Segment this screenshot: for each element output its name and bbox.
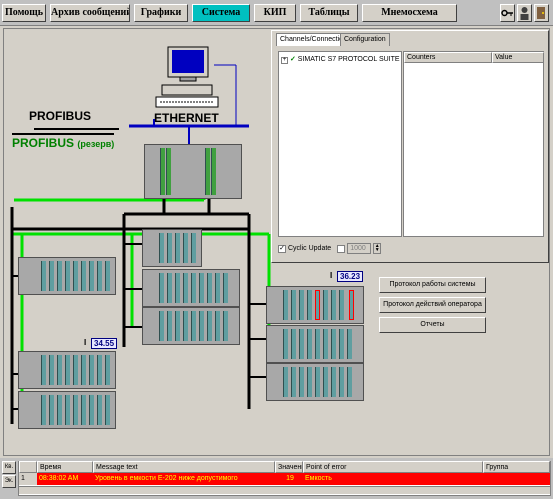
screen-button[interactable]: Эк. bbox=[2, 475, 16, 488]
io-rack-mid-3[interactable] bbox=[142, 307, 240, 345]
alarm-col-num[interactable] bbox=[19, 461, 37, 473]
io-rack-right-3[interactable] bbox=[266, 363, 364, 401]
system-log-button[interactable]: Протокол работы системы bbox=[379, 277, 486, 293]
io-rack-mid-2[interactable] bbox=[142, 269, 240, 307]
operator-log-button[interactable]: Протокол действий оператора bbox=[379, 297, 486, 313]
check-icon: ✓ bbox=[289, 56, 296, 63]
reports-button[interactable]: Отчеты bbox=[379, 317, 486, 333]
menu-system-button[interactable]: Система bbox=[192, 4, 250, 22]
exit-icon[interactable] bbox=[534, 4, 549, 22]
alarm-row-num[interactable]: 1 bbox=[19, 473, 37, 485]
menu-charts-button[interactable]: Графики bbox=[134, 4, 188, 22]
expand-icon[interactable]: + bbox=[281, 57, 288, 64]
interval-checkbox[interactable] bbox=[337, 244, 346, 253]
column-header-counters[interactable]: Counters bbox=[404, 52, 492, 63]
current-readout-2: 36.23 bbox=[337, 271, 364, 282]
interval-spinner[interactable]: ▲ ▼ bbox=[373, 243, 382, 254]
central-plc-rack[interactable] bbox=[144, 144, 242, 199]
menu-tables-button[interactable]: Таблицы bbox=[300, 4, 358, 22]
channels-tree[interactable]: + ✓ SIMATIC S7 PROTOCOL SUITE bbox=[278, 51, 402, 237]
alarm-col-value[interactable]: Значени bbox=[275, 461, 303, 473]
profibus-underline bbox=[34, 128, 119, 130]
opc-config-window: Channels/Connections Configuration + ✓ S… bbox=[271, 30, 549, 263]
menu-message-archive-button[interactable]: Архив сообщений bbox=[50, 4, 130, 22]
tree-item-simatic[interactable]: + ✓ SIMATIC S7 PROTOCOL SUITE bbox=[279, 52, 401, 67]
profibus-reserve-label: PROFIBUS (резерв) bbox=[12, 133, 115, 150]
cyclic-update-label: Cyclic Update bbox=[288, 245, 332, 252]
menu-help-button[interactable]: Помощь bbox=[2, 4, 46, 22]
alarm-horizontal-scrollbar[interactable] bbox=[19, 486, 550, 494]
io-rack-right-1[interactable] bbox=[266, 286, 364, 324]
alarm-col-point[interactable]: Point of error bbox=[303, 461, 483, 473]
alarm-row-group[interactable] bbox=[483, 473, 550, 485]
io-rack-right-2[interactable] bbox=[266, 325, 364, 363]
acknowledge-button[interactable]: Кв. bbox=[2, 461, 16, 474]
user-icon[interactable] bbox=[517, 4, 532, 22]
menu-mimic-button[interactable]: Мнемосхема bbox=[362, 4, 457, 22]
main-menu-bar: Помощь Архив сообщений Графики Система К… bbox=[0, 0, 553, 26]
counters-list[interactable]: Counters Value bbox=[403, 51, 544, 237]
interval-input[interactable]: 1000 bbox=[347, 243, 372, 254]
io-rack-left-2[interactable] bbox=[18, 351, 116, 389]
cyclic-update-checkbox[interactable]: ✓ bbox=[278, 244, 286, 253]
alarm-row-time[interactable]: 08:38:02 AM bbox=[37, 473, 93, 485]
alarm-col-time[interactable]: Время bbox=[37, 461, 93, 473]
workstation-computer-icon bbox=[155, 46, 219, 108]
menu-instruments-button[interactable]: КИП bbox=[254, 4, 296, 22]
io-rack-mid-1[interactable] bbox=[142, 229, 202, 267]
alarm-row-value[interactable]: 19 bbox=[275, 473, 303, 485]
io-rack-left-3[interactable] bbox=[18, 391, 116, 429]
readout-prefix-2: I bbox=[330, 271, 333, 280]
io-rack-left-1[interactable] bbox=[18, 257, 116, 295]
alarm-message-panel: Кв. Эк. Время Message text Значени Point… bbox=[0, 458, 553, 499]
alarm-row-point[interactable]: Емкость bbox=[303, 473, 483, 485]
key-icon[interactable] bbox=[500, 4, 515, 22]
ethernet-label: ETHERNET bbox=[154, 111, 219, 125]
alarm-col-message[interactable]: Message text bbox=[93, 461, 275, 473]
profibus-label: PROFIBUS bbox=[29, 109, 92, 123]
current-readout-1: 34.55 bbox=[91, 338, 118, 349]
readout-prefix-1: I bbox=[84, 338, 87, 347]
alarm-row-message[interactable]: Уровень в емкости Е-202 ниже допустимого bbox=[93, 473, 275, 485]
tab-configuration[interactable]: Configuration bbox=[340, 33, 390, 46]
cyclic-update-row: ✓ Cyclic Update 1000 ▲ ▼ bbox=[278, 243, 382, 254]
alarm-col-group[interactable]: Группа bbox=[483, 461, 550, 473]
column-header-value[interactable]: Value bbox=[492, 52, 544, 63]
